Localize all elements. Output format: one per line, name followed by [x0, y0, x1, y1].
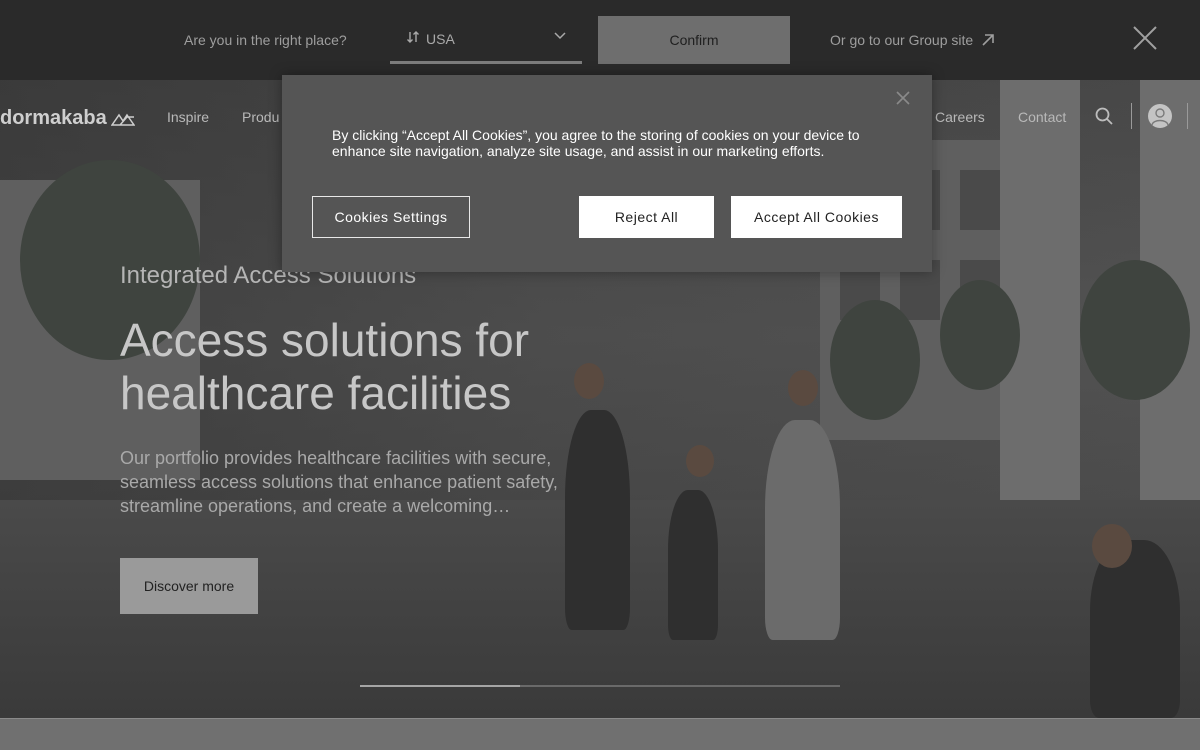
hero-description: Our portfolio provides healthcare facili…	[120, 448, 558, 516]
nav-item-careers[interactable]: Careers	[935, 109, 985, 125]
accept-all-cookies-button[interactable]: Accept All Cookies	[731, 196, 902, 238]
logo-text: dormakaba	[0, 107, 107, 129]
country-question: Are you in the right place?	[184, 32, 347, 48]
close-icon[interactable]	[1132, 25, 1158, 51]
nav-item-products[interactable]: Produ	[242, 109, 279, 125]
confirm-country-button[interactable]: Confirm	[598, 16, 790, 64]
cookies-settings-button[interactable]: Cookies Settings	[312, 196, 470, 238]
page-section-strip	[0, 718, 1200, 750]
sort-arrows-icon	[407, 31, 419, 43]
user-avatar-icon[interactable]	[1148, 104, 1172, 128]
carousel-progress[interactable]	[360, 685, 840, 687]
discover-more-button[interactable]: Discover more	[120, 558, 258, 614]
logo-mark-icon	[110, 113, 135, 126]
cookie-consent-text: By clicking “Accept All Cookies”, you ag…	[332, 127, 860, 159]
search-icon[interactable]	[1095, 107, 1113, 125]
dialog-close-icon[interactable]	[896, 91, 910, 105]
cookie-consent-dialog: By clicking “Accept All Cookies”, you ag…	[282, 75, 932, 272]
external-arrow-icon	[982, 34, 994, 46]
nav-item-inspire[interactable]: Inspire	[167, 109, 209, 125]
country-select[interactable]: USA	[390, 16, 582, 64]
dormakaba-logo[interactable]: dormakaba	[0, 107, 135, 130]
reject-all-button[interactable]: Reject All	[579, 196, 714, 238]
group-site-link[interactable]: Or go to our Group site	[830, 32, 995, 48]
nav-item-contact[interactable]: Contact	[1018, 109, 1066, 125]
nav-divider	[1131, 103, 1132, 129]
hero-title: Access solutions for healthcare faciliti…	[120, 314, 530, 419]
country-banner: Are you in the right place? USA Confirm …	[0, 0, 1200, 80]
country-select-value: USA	[426, 31, 455, 47]
nav-divider	[1187, 103, 1188, 129]
group-site-link-label: Or go to our Group site	[830, 32, 974, 48]
carousel-progress-fill	[360, 685, 520, 687]
chevron-down-icon	[554, 32, 566, 40]
